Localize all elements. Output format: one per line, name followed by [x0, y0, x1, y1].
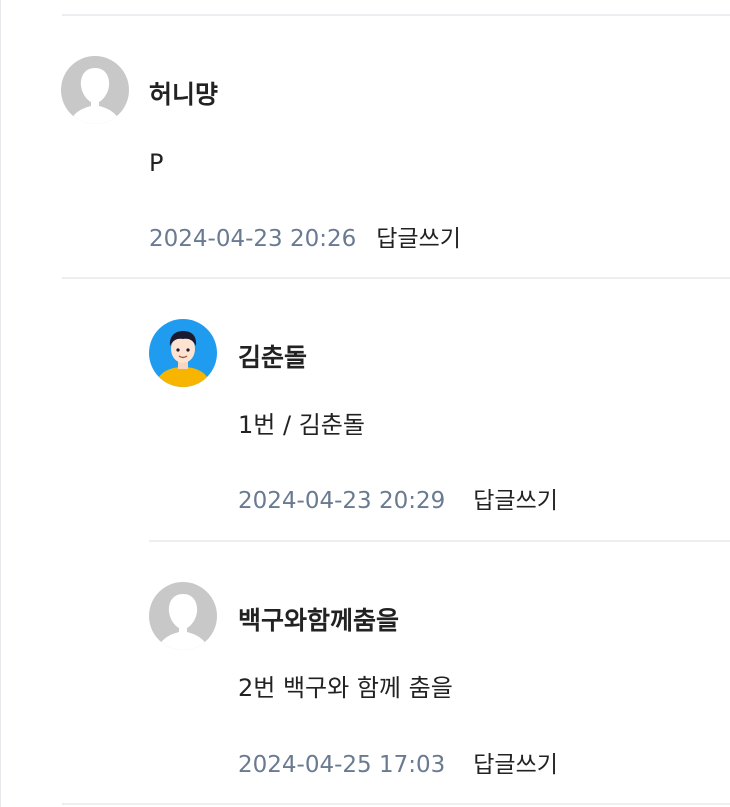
comment-divider: [62, 803, 730, 805]
comment-text: 1번 / 김춘돌: [238, 411, 365, 439]
comment-divider: [149, 540, 730, 542]
reply-button[interactable]: 답글쓰기: [376, 226, 461, 252]
comment-divider: [62, 277, 730, 279]
left-border: [0, 0, 1, 807]
comment-author[interactable]: 백구와함께춤을: [238, 606, 399, 636]
default-avatar-icon[interactable]: [149, 582, 217, 650]
comment-text: 2번 백구와 함께 춤을: [238, 674, 453, 702]
comment-divider: [62, 14, 730, 16]
reply-button[interactable]: 답글쓰기: [473, 752, 558, 778]
comment-meta: 2024-04-23 20:26 답글쓰기: [149, 224, 461, 256]
default-avatar-icon[interactable]: [61, 56, 129, 124]
comment-meta: 2024-04-25 17:03 답글쓰기: [238, 750, 558, 782]
comment-text: P: [149, 149, 164, 177]
comment-author[interactable]: 허니먕: [149, 80, 218, 110]
comment-meta: 2024-04-23 20:29 답글쓰기: [238, 486, 558, 518]
reply-button[interactable]: 답글쓰기: [473, 488, 558, 514]
cartoon-boy-avatar[interactable]: [149, 319, 217, 387]
comment-date: 2024-04-23 20:29: [238, 488, 446, 514]
comment-date: 2024-04-23 20:26: [149, 226, 357, 252]
comment-author[interactable]: 김춘돌: [238, 343, 307, 373]
comment-date: 2024-04-25 17:03: [238, 752, 446, 778]
